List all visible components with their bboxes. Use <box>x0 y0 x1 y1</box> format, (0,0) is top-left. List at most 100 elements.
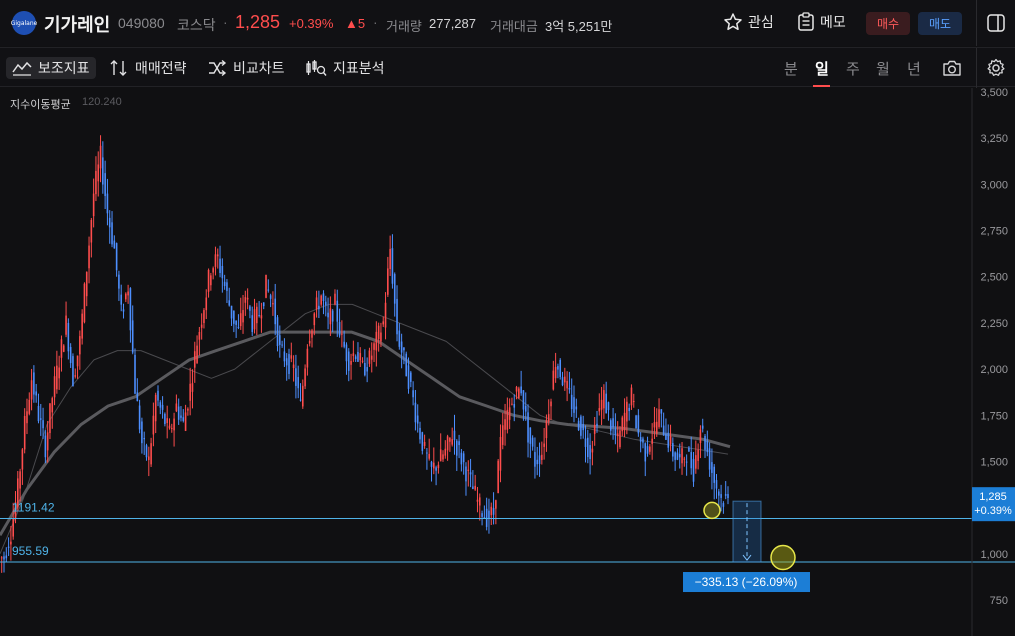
candle-body <box>566 380 568 389</box>
candle-body <box>458 441 460 446</box>
candle-body <box>265 274 267 298</box>
candle-body <box>26 411 28 424</box>
memo-button[interactable]: 메모 <box>797 12 846 32</box>
candle-body <box>720 494 722 498</box>
candle-body <box>667 432 670 448</box>
y-tick-label: 1,500 <box>980 456 1008 468</box>
change-percent: +0.39% <box>289 16 334 31</box>
candle-body <box>3 556 5 560</box>
candle-body <box>561 377 564 386</box>
candle-body <box>196 345 198 363</box>
candle-body <box>531 437 534 447</box>
candle-body <box>368 350 371 364</box>
candle-body <box>166 418 168 424</box>
candle-body <box>306 348 309 368</box>
candle-body <box>685 461 688 463</box>
candle-body <box>552 370 555 390</box>
candle-body <box>603 390 605 409</box>
period-day[interactable]: 일 <box>815 58 829 79</box>
change-absolute: ▲5 <box>345 16 366 31</box>
candle-body <box>554 366 557 379</box>
candle-body <box>377 325 380 340</box>
candle-body <box>281 344 283 346</box>
candle-body <box>258 315 260 317</box>
candle-body <box>198 331 201 340</box>
candle-body <box>127 291 129 296</box>
level-label: 1191.42 <box>12 500 55 514</box>
favorite-button[interactable]: 관심 <box>723 12 774 32</box>
price-chart[interactable]: 1191.42 955.59 −335.13 (−26.09%) 3,500 3,2… <box>0 88 1015 636</box>
candle-body <box>373 343 375 350</box>
strategy-button[interactable]: 매매전략 <box>109 57 187 79</box>
candle-body <box>292 364 295 369</box>
compare-button[interactable]: 비교차트 <box>207 57 285 79</box>
y-tick-label: 2,750 <box>980 226 1008 238</box>
side-panel-toggle[interactable] <box>986 13 1006 33</box>
screenshot-button[interactable] <box>941 58 963 83</box>
candle-body <box>607 402 610 411</box>
period-minute[interactable]: 분 <box>784 58 798 79</box>
candle-body <box>658 409 660 427</box>
candle-body <box>212 268 214 273</box>
candle-body <box>102 157 104 185</box>
candle-body <box>159 402 162 408</box>
candle-body <box>499 436 502 471</box>
candle-body <box>593 424 596 434</box>
candle-body <box>672 443 674 457</box>
top-bar: Gigalane 기가레인 049080 코스닥 · 1,285 +0.39% … <box>0 0 1015 46</box>
candle-body <box>511 403 513 405</box>
candle-body <box>393 274 396 304</box>
indicator-button[interactable]: 보조지표 <box>6 57 96 79</box>
candle-body <box>465 466 467 482</box>
candle-body <box>577 420 580 431</box>
candle-body <box>237 326 240 328</box>
company-logo: Gigalane <box>11 11 37 35</box>
favorite-label: 관심 <box>748 14 774 30</box>
candle-body <box>676 452 679 460</box>
candle-body <box>276 317 279 346</box>
candle-body <box>182 417 185 421</box>
candle-body <box>520 386 522 394</box>
candle-body <box>455 440 458 456</box>
candle-body <box>111 222 113 245</box>
current-price-tag-label: 1,285 <box>979 491 1007 503</box>
candle-body <box>619 430 621 447</box>
period-month[interactable]: 월 <box>876 58 890 79</box>
measure-label: −335.13 (−26.09%) <box>695 575 798 589</box>
candle-body <box>299 399 302 401</box>
candle-body <box>168 425 171 429</box>
candle-body <box>529 427 532 444</box>
candle-body <box>651 438 653 444</box>
candle-body <box>575 406 578 410</box>
candle-body <box>501 425 504 445</box>
candle-body <box>370 355 373 360</box>
candle-body <box>285 358 288 366</box>
candle-body <box>632 401 635 403</box>
compare-label: 비교차트 <box>233 60 285 76</box>
divider <box>976 0 977 46</box>
candle-search-icon <box>306 60 327 76</box>
price-candles <box>0 135 729 573</box>
candle-body <box>49 403 51 434</box>
candle-body <box>274 298 277 325</box>
stock-code: 049080 <box>118 15 165 31</box>
candle-body <box>5 555 8 559</box>
candle-body <box>467 469 470 471</box>
settings-button[interactable] <box>986 58 1006 83</box>
candle-body <box>630 387 633 406</box>
candle-body <box>262 302 265 307</box>
analysis-button[interactable]: 지표분석 <box>305 57 385 79</box>
candle-body <box>472 486 474 489</box>
candle-body <box>184 412 187 431</box>
candle-body <box>380 332 382 342</box>
candle-body <box>242 310 244 323</box>
sell-button[interactable]: 매도 <box>918 12 962 35</box>
candle-body <box>573 397 575 413</box>
candle-body <box>699 429 702 443</box>
candle-body <box>692 458 695 482</box>
buy-button[interactable]: 매수 <box>866 12 910 35</box>
period-year[interactable]: 년 <box>907 58 921 79</box>
period-week[interactable]: 주 <box>846 58 860 79</box>
candle-body <box>308 340 311 344</box>
candle-body <box>97 164 100 182</box>
